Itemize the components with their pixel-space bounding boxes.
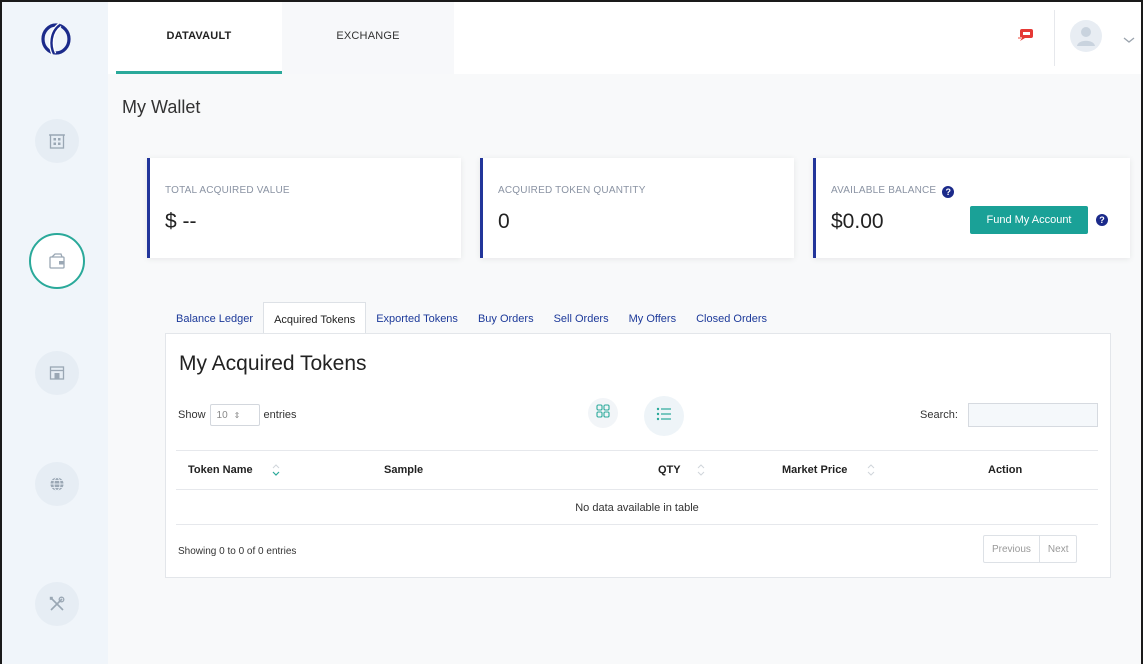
acquired-token-quantity-card: ACQUIRED TOKEN QUANTITY 0: [480, 158, 794, 258]
available-balance-card: AVAILABLE BALANCE? $0.00 Fund My Account…: [813, 158, 1130, 258]
column-header-token-name[interactable]: Token Name: [188, 464, 253, 476]
acquired-tokens-panel: My Acquired Tokens Show 10 ⇕ entries Sea…: [165, 333, 1111, 578]
column-header-market-price[interactable]: Market Price: [782, 464, 847, 476]
sidebar-item-exchange[interactable]: [35, 351, 79, 395]
chevron-down-icon[interactable]: [1122, 32, 1136, 43]
list-icon: [656, 407, 672, 426]
next-button[interactable]: Next: [1038, 536, 1077, 562]
search-input[interactable]: [968, 403, 1098, 427]
help-icon[interactable]: ?: [942, 186, 955, 198]
storefront-icon: [48, 364, 66, 382]
tab-buy-orders[interactable]: Buy Orders: [468, 302, 544, 334]
wallet-subtabs: Balance Ledger Acquired Tokens Exported …: [166, 302, 777, 334]
building-icon: [48, 132, 66, 150]
page-size-select[interactable]: 10 ⇕: [209, 404, 260, 426]
previous-button[interactable]: Previous: [984, 536, 1039, 562]
show-label: Show: [178, 409, 206, 421]
card-label: TOTAL ACQUIRED VALUE: [165, 185, 290, 196]
card-label: ACQUIRED TOKEN QUANTITY: [498, 185, 646, 196]
card-label: AVAILABLE BALANCE: [831, 185, 937, 196]
sort-icon[interactable]: [696, 462, 706, 478]
empty-table-message: No data available in table: [176, 491, 1098, 525]
table-info: Showing 0 to 0 of 0 entries: [178, 546, 297, 557]
help-icon[interactable]: ?: [1096, 214, 1108, 226]
pagination: Previous Next: [983, 535, 1078, 563]
tools-icon: [48, 595, 66, 613]
tab-closed-orders[interactable]: Closed Orders: [686, 302, 777, 334]
notification-icon[interactable]: [1018, 28, 1034, 42]
sidebar-item-tools[interactable]: [35, 582, 79, 626]
logo-icon[interactable]: [38, 22, 74, 56]
grid-icon: [596, 403, 610, 423]
column-header-qty[interactable]: QTY: [658, 464, 681, 476]
column-header-action: Action: [988, 464, 1023, 476]
wallet-icon: [47, 252, 67, 270]
tab-datavault[interactable]: DATAVAULT: [116, 2, 282, 74]
topbar-divider: [1054, 10, 1055, 66]
tab-balance-ledger[interactable]: Balance Ledger: [166, 302, 263, 334]
table-header: Token Name Sample QTY Market Price Actio…: [176, 450, 1098, 490]
fund-my-account-button[interactable]: Fund My Account: [970, 206, 1088, 234]
search-label: Search:: [920, 409, 958, 421]
page-size-control: Show 10 ⇕ entries: [178, 404, 297, 426]
tab-acquired-tokens[interactable]: Acquired Tokens: [263, 302, 367, 334]
card-value: $ --: [165, 210, 197, 233]
entries-label: entries: [263, 409, 297, 421]
card-label-row: AVAILABLE BALANCE?: [831, 185, 955, 198]
sidebar: [2, 2, 108, 664]
total-acquired-value-card: TOTAL ACQUIRED VALUE $ --: [147, 158, 461, 258]
tab-my-offers[interactable]: My Offers: [619, 302, 686, 334]
card-value: 0: [498, 210, 510, 233]
sort-icon[interactable]: [866, 462, 876, 478]
globe-icon: [48, 475, 66, 493]
sidebar-item-network[interactable]: [35, 462, 79, 506]
tab-exported-tokens[interactable]: Exported Tokens: [366, 302, 468, 334]
select-arrows-icon: ⇕: [233, 410, 241, 420]
tab-sell-orders[interactable]: Sell Orders: [544, 302, 619, 334]
panel-title: My Acquired Tokens: [179, 352, 367, 375]
column-header-sample: Sample: [384, 464, 424, 476]
page-title: My Wallet: [122, 97, 201, 117]
card-value: $0.00: [831, 210, 884, 233]
grid-view-button[interactable]: [588, 398, 618, 428]
list-view-button[interactable]: [644, 396, 684, 436]
top-bar: DATAVAULT EXCHANGE: [108, 2, 1141, 74]
tab-exchange[interactable]: EXCHANGE: [282, 2, 454, 74]
sidebar-item-datavault[interactable]: [35, 119, 79, 163]
sort-icon[interactable]: [271, 462, 281, 478]
avatar[interactable]: [1070, 20, 1102, 52]
sidebar-item-wallet[interactable]: [29, 233, 85, 289]
page-size-value: 10: [216, 409, 228, 421]
app-window: DATAVAULT EXCHANGE My Wallet TOTAL ACQUI…: [0, 0, 1143, 664]
